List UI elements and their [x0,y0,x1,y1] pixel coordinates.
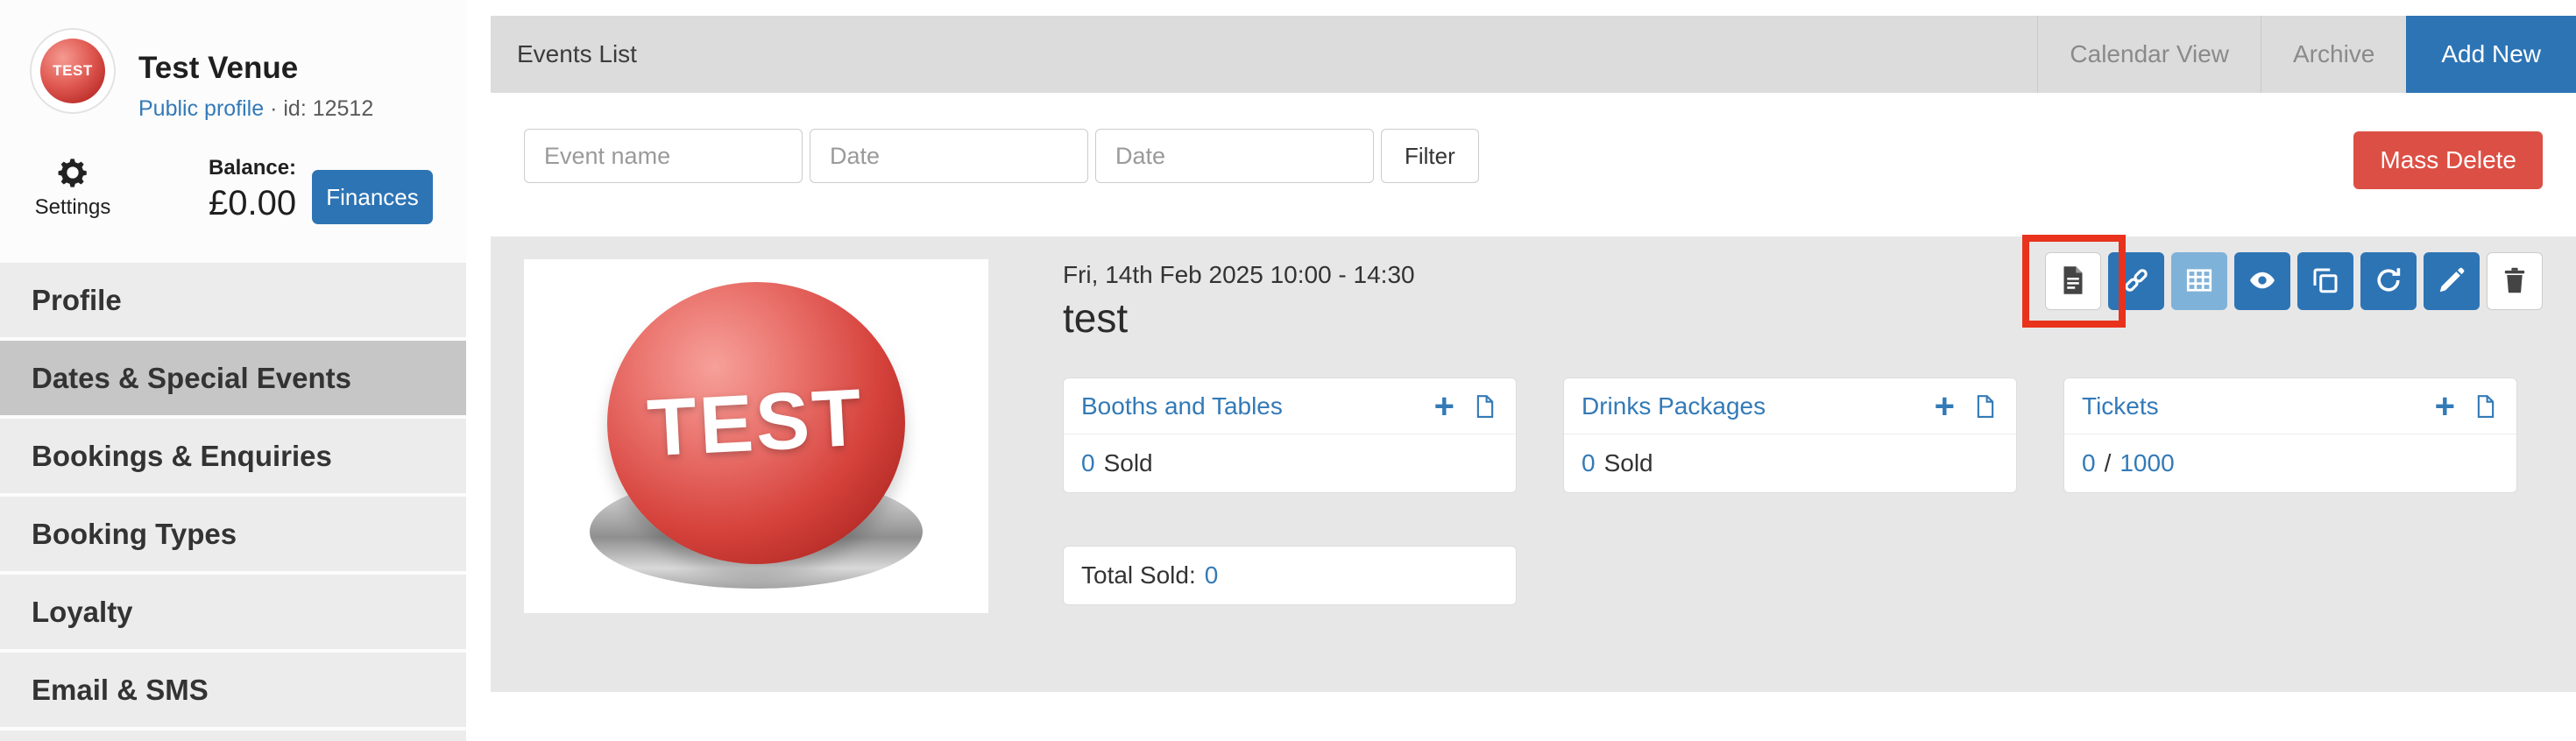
separator: / [2105,449,2112,477]
card-title-link[interactable]: Drinks Packages [1582,392,1766,420]
event-title: test [1063,294,1128,342]
calendar-view-button[interactable]: Calendar View [2037,16,2261,93]
delete-button[interactable] [2487,252,2543,310]
sidebar-nav: Profile Dates & Special Events Bookings … [0,263,466,741]
main-content: Events List Calendar View Archive Add Ne… [491,0,2576,741]
trash-icon [2499,265,2530,299]
table-icon [2183,265,2215,299]
date-from-input[interactable] [810,129,1088,183]
sidebar-item-label: Email & SMS [32,674,209,707]
card-title-link[interactable]: Booths and Tables [1081,392,1283,420]
total-sold-card: Total Sold: 0 [1063,546,1517,605]
filter-button[interactable]: Filter [1381,129,1479,183]
sold-value: 0 [2082,449,2096,477]
sidebar-item-email-sms[interactable]: Email & SMS [0,653,466,727]
card-title-link[interactable]: Tickets [2082,392,2159,420]
finances-button[interactable]: Finances [312,170,433,224]
settings-label: Settings [16,195,130,220]
table-button[interactable] [2171,252,2227,310]
pdf-icon[interactable] [2473,393,2499,420]
venue-name: Test Venue [138,51,298,86]
gear-icon [54,180,91,194]
plus-icon[interactable]: + [2435,389,2455,424]
balance-label: Balance: [209,156,296,180]
venue-id: · id: 12512 [270,96,373,121]
events-toolbar: Events List Calendar View Archive Add Ne… [491,16,2576,93]
sold-label: Sold [1604,449,1653,477]
venue-avatar-button-icon: TEST [40,39,105,103]
drinks-packages-card: Drinks Packages + 0 Sold [1563,378,2017,493]
plus-icon[interactable]: + [1434,389,1454,424]
sidebar-item-label: Bookings & Enquiries [32,440,332,473]
capacity-value: 1000 [2120,449,2174,477]
event-image-text: TEST [646,371,867,475]
sold-value: 0 [1582,449,1596,477]
sidebar: TEST Test Venue Public profile · id: 125… [0,0,466,741]
edit-button[interactable] [2424,252,2480,310]
sidebar-item-label: Booking Types [32,518,237,551]
sidebar-item-booking-types[interactable]: Booking Types [0,497,466,571]
plus-icon[interactable]: + [1935,389,1955,424]
sidebar-item-label: Profile [32,284,122,317]
annotation-highlight [2022,235,2126,328]
page-title: Events List [517,40,637,68]
venue-avatar-text: TEST [53,62,92,80]
booths-tables-card: Booths and Tables + 0 Sold [1063,378,1517,493]
sold-label: Sold [1104,449,1153,477]
venue-subline: Public profile · id: 12512 [138,96,373,122]
total-sold-value: 0 [1205,561,1219,589]
balance: Balance: £0.00 [209,156,296,223]
event-name-input[interactable] [524,129,803,183]
event-datetime: Fri, 14th Feb 2025 10:00 - 14:30 [1063,261,1415,289]
sold-value: 0 [1081,449,1095,477]
sidebar-item-profile[interactable]: Profile [0,263,466,337]
duplicate-button[interactable] [2297,252,2353,310]
sidebar-item-bookings-enquiries[interactable]: Bookings & Enquiries [0,419,466,493]
copy-icon [2310,265,2341,299]
venue-avatar: TEST [32,30,114,112]
view-button[interactable] [2234,252,2290,310]
tickets-card: Tickets + 0 / 1000 [2063,378,2517,493]
sidebar-item-loyalty[interactable]: Loyalty [0,575,466,649]
sidebar-item-dates-special-events[interactable]: Dates & Special Events [0,341,466,415]
event-row: TEST Fri, 14th Feb 2025 10:00 - 14:30 te… [491,236,2576,692]
settings-button[interactable]: Settings [16,154,130,220]
refresh-button[interactable] [2360,252,2417,310]
event-image: TEST [524,259,988,613]
pdf-icon[interactable] [1472,393,1498,420]
pdf-icon[interactable] [1972,393,1999,420]
total-sold-label: Total Sold: [1081,561,1196,589]
eye-icon [2247,265,2278,299]
event-image-button-dome: TEST [607,282,905,564]
add-new-button[interactable]: Add New [2406,16,2576,93]
date-to-input[interactable] [1095,129,1374,183]
archive-button[interactable]: Archive [2261,16,2406,93]
toolbar-actions: Calendar View Archive Add New [2037,16,2576,93]
balance-value: £0.00 [209,184,296,223]
public-profile-link[interactable]: Public profile [138,96,264,121]
refresh-icon [2373,265,2404,299]
sidebar-item-label: Loyalty [32,596,133,629]
mass-delete-button[interactable]: Mass Delete [2353,131,2543,189]
sidebar-item-partial[interactable] [0,730,466,741]
sidebar-item-label: Dates & Special Events [32,362,351,395]
page: TEST Test Venue Public profile · id: 125… [0,0,2576,741]
pencil-icon [2436,265,2467,299]
sales-cards: Booths and Tables + 0 Sold Drinks [1063,378,2517,493]
